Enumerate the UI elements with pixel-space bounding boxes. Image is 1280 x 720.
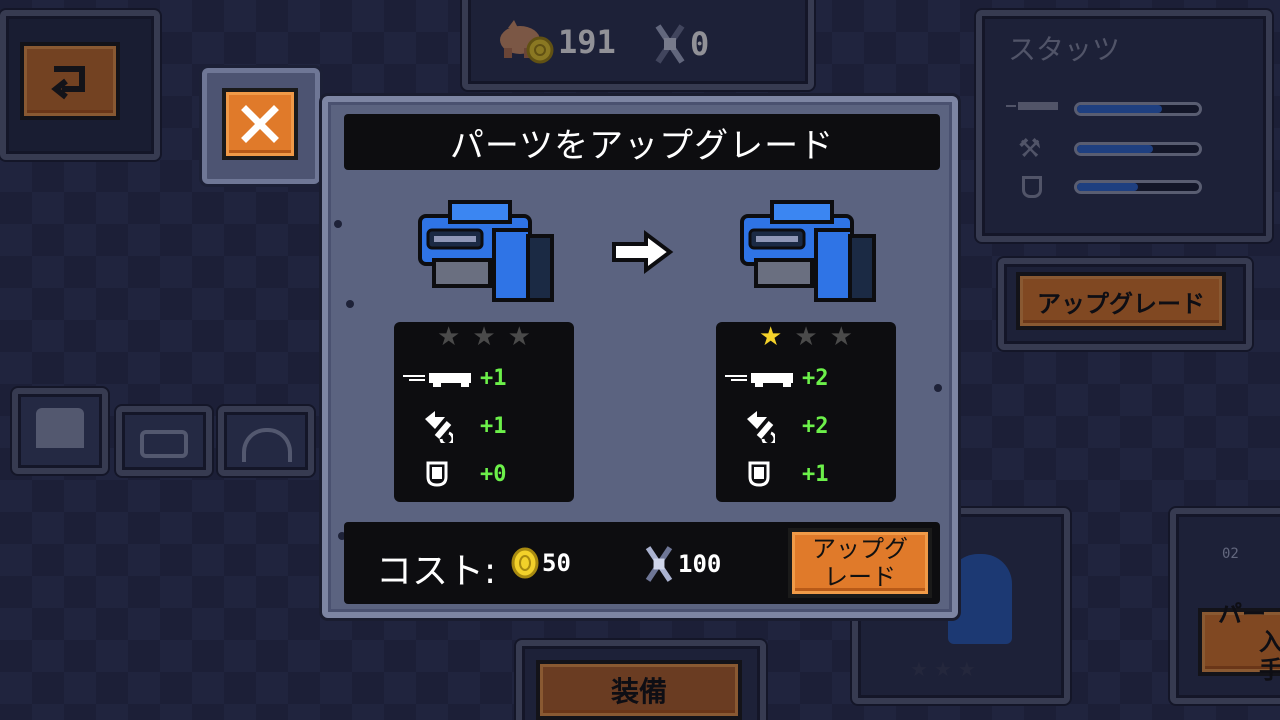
star-icon: ★	[759, 322, 783, 352]
close-button[interactable]	[222, 88, 298, 160]
next-stats-card: ★ ★ ★ +2 +2 +1	[716, 322, 896, 502]
stat-row: +0	[394, 450, 574, 498]
star-icon: ★	[794, 322, 818, 352]
wrench-icon	[394, 409, 480, 443]
star-icon: ★	[507, 322, 531, 352]
arrow-right-icon	[612, 230, 674, 274]
stat-row: +1	[394, 354, 574, 402]
cost-coins: 50	[510, 546, 571, 580]
next-stats-list: +2 +2 +1	[716, 354, 896, 498]
stat-value: +1	[480, 413, 507, 439]
wrench-icon	[716, 409, 802, 443]
cost-scrap: 100	[642, 544, 721, 584]
scrap-icon	[645, 546, 673, 582]
star-icon: ★	[829, 322, 853, 352]
stat-row: +2	[716, 402, 896, 450]
modal-title: パーツをアップグレード	[449, 125, 835, 166]
modal-title-bar: パーツをアップグレード	[344, 114, 940, 170]
star-icon: ★	[472, 322, 496, 352]
close-icon	[241, 105, 279, 143]
stat-row: +1	[394, 402, 574, 450]
cost-bar: コスト: 50 100 アップグ レード	[344, 522, 940, 604]
gun-icon	[716, 367, 802, 389]
rivet	[334, 220, 342, 228]
next-part-icon	[740, 200, 876, 302]
confirm-upgrade-label-1: アップグ	[812, 535, 908, 563]
cost-scrap-value: 100	[678, 550, 722, 578]
gun-icon	[394, 367, 480, 389]
stat-row: +2	[716, 354, 896, 402]
rivet	[346, 300, 354, 308]
coin-icon	[511, 547, 539, 579]
star-icon: ★	[437, 322, 461, 352]
upgrade-modal: パーツをアップグレード ★ ★ ★ +1 +1 +0 ★ ★ ★ +2 +2 +1 コスト:	[322, 96, 958, 618]
stat-value: +2	[802, 365, 829, 391]
next-stars: ★ ★ ★	[716, 324, 896, 350]
stat-value: +1	[480, 365, 507, 391]
stat-value: +0	[480, 461, 507, 487]
confirm-upgrade-label-2: レード	[824, 563, 896, 591]
current-stars: ★ ★ ★	[394, 324, 574, 350]
cost-coins-value: 50	[542, 549, 571, 577]
current-part-icon	[418, 200, 554, 302]
current-stats-list: +1 +1 +0	[394, 354, 574, 498]
shield-icon	[394, 461, 480, 487]
current-stats-card: ★ ★ ★ +1 +1 +0	[394, 322, 574, 502]
stat-value: +2	[802, 413, 829, 439]
stat-row: +1	[716, 450, 896, 498]
rivet	[934, 384, 942, 392]
stat-value: +1	[802, 461, 829, 487]
cost-label: コスト:	[376, 551, 497, 592]
shield-icon	[716, 461, 802, 487]
confirm-upgrade-button[interactable]: アップグ レード	[788, 528, 932, 598]
